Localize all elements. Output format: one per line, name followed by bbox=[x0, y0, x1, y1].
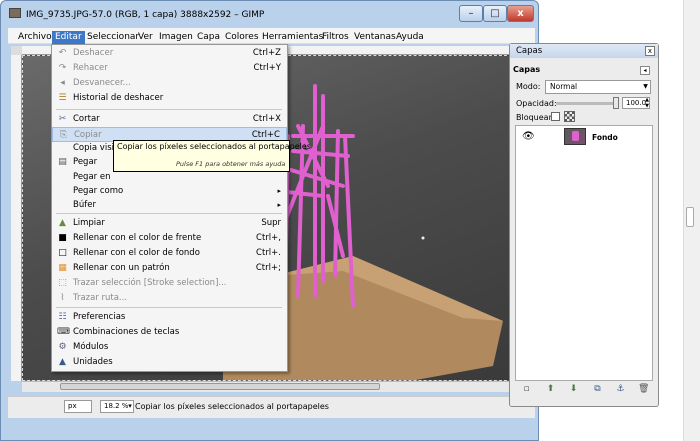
menu-item-pegar-en[interactable]: Pegar en bbox=[52, 170, 287, 185]
menu-item-modulos[interactable]: ⚙ Módulos bbox=[52, 340, 287, 355]
anchor-layer-icon[interactable]: ⚓ bbox=[615, 384, 626, 395]
menu-colores[interactable]: Colores bbox=[222, 31, 262, 44]
menu-separator bbox=[56, 213, 282, 214]
menu-separator bbox=[56, 307, 282, 308]
menu-ayuda[interactable]: Ayuda bbox=[393, 31, 427, 44]
layer-name[interactable]: Fondo bbox=[592, 133, 618, 142]
unit-selector[interactable]: px bbox=[64, 400, 92, 413]
delete-layer-icon[interactable]: 🗑 bbox=[638, 384, 649, 395]
ruler-corner[interactable] bbox=[11, 46, 22, 55]
canvas-horizontal-scroll-thumb[interactable] bbox=[60, 383, 380, 390]
menu-item-cortar[interactable]: ✂ Cortar Ctrl+X bbox=[52, 112, 287, 127]
tooltip-text: Copiar los píxeles seleccionados al port… bbox=[117, 142, 311, 151]
menu-item-limpiar[interactable]: ▲ Limpiar Supr bbox=[52, 216, 287, 231]
dust-speck bbox=[421, 236, 425, 240]
menu-item-trazar-ruta[interactable]: ⌇ Trazar ruta... bbox=[52, 291, 287, 306]
undo-icon: ↶ bbox=[58, 48, 67, 58]
eye-visibility-icon[interactable]: 👁 bbox=[522, 131, 535, 143]
stroke-path-icon: ⌇ bbox=[60, 293, 65, 303]
close-button[interactable]: x bbox=[507, 5, 534, 22]
menu-separator bbox=[56, 109, 282, 110]
layer-thumbnail-detail bbox=[572, 131, 579, 141]
submenu-arrow-icon: ▸ bbox=[277, 187, 281, 195]
fill-bg-icon: □ bbox=[58, 248, 67, 258]
submenu-arrow-icon: ▸ bbox=[277, 201, 281, 209]
lock-label: Bloquear: bbox=[516, 113, 555, 122]
menu-archivo[interactable]: Archivo bbox=[15, 31, 55, 44]
menu-herramientas[interactable]: Herramientas bbox=[259, 31, 326, 44]
redo-icon: ↷ bbox=[58, 63, 67, 73]
undo-history-icon: ☰ bbox=[58, 93, 67, 103]
menu-item-bufer[interactable]: Búfer ▸ bbox=[52, 198, 287, 213]
desktop-scroll-thumb[interactable] bbox=[686, 207, 694, 227]
menu-item-desvanecer[interactable]: ◂ Desvanecer... bbox=[52, 76, 287, 91]
window-title: IMG_9735.JPG-57.0 (RGB, 1 capa) 3888x259… bbox=[26, 10, 265, 20]
menu-filtros[interactable]: Filtros bbox=[319, 31, 352, 44]
tooltip-help: Pulse F1 para obtener más ayuda bbox=[176, 160, 286, 168]
menu-seleccionar[interactable]: Seleccionar bbox=[84, 31, 142, 44]
menu-item-rellenar-patron[interactable]: ▦ Rellenar con un patrón Ctrl+; bbox=[52, 261, 287, 276]
menu-item-combinaciones[interactable]: ⌨ Combinaciones de teclas bbox=[52, 325, 287, 340]
keyboard-icon: ⌨ bbox=[57, 327, 70, 337]
status-message: Copiar los píxeles seleccionados al port… bbox=[135, 402, 329, 411]
raise-layer-icon[interactable]: ⬆ bbox=[545, 384, 556, 395]
layers-dock-title: Capas bbox=[510, 44, 658, 58]
menu-editar[interactable]: Editar bbox=[52, 31, 85, 44]
lock-alpha-checkbox[interactable] bbox=[564, 111, 575, 122]
menu-imagen[interactable]: Imagen bbox=[156, 31, 196, 44]
opacity-spinner-icon[interactable]: ▲ ▼ bbox=[643, 97, 651, 109]
mode-label: Modo: bbox=[516, 82, 541, 91]
opacity-slider[interactable] bbox=[556, 102, 616, 105]
menu-item-unidades[interactable]: ▲ Unidades bbox=[52, 355, 287, 370]
menu-item-rellenar-fondo[interactable]: □ Rellenar con el color de fondo Ctrl+. bbox=[52, 246, 287, 261]
opacity-slider-handle[interactable] bbox=[613, 97, 619, 109]
zoom-dropdown-icon[interactable]: ▾ bbox=[125, 400, 135, 413]
menu-item-deshacer[interactable]: ↶ Deshacer Ctrl+Z bbox=[52, 46, 287, 61]
menu-item-rellenar-frente[interactable]: ■ Rellenar con el color de frente Ctrl+, bbox=[52, 231, 287, 246]
preferences-icon: ☷ bbox=[58, 312, 67, 322]
fill-pattern-icon: ▦ bbox=[58, 263, 67, 273]
copy-icon: ⎘ bbox=[59, 130, 68, 140]
fade-icon: ◂ bbox=[60, 78, 65, 88]
cut-icon: ✂ bbox=[58, 114, 67, 124]
menu-ventanas[interactable]: Ventanas bbox=[351, 31, 399, 44]
menu-item-pegar-como[interactable]: Pegar como ▸ bbox=[52, 184, 287, 199]
lower-layer-icon[interactable]: ⬇ bbox=[568, 384, 579, 395]
tab-menu-icon[interactable]: ◂ bbox=[640, 66, 650, 75]
layers-tab[interactable]: Capas bbox=[513, 65, 540, 74]
units-icon: ▲ bbox=[59, 357, 66, 367]
menu-ver[interactable]: Ver bbox=[135, 31, 156, 44]
menu-item-rehacer[interactable]: ↷ Rehacer Ctrl+Y bbox=[52, 61, 287, 76]
lock-pixels-checkbox[interactable] bbox=[551, 112, 560, 121]
clear-icon: ▲ bbox=[59, 218, 66, 228]
menu-item-preferencias[interactable]: ☷ Preferencias bbox=[52, 310, 287, 325]
mode-select[interactable]: Normal bbox=[545, 80, 651, 94]
menu-item-historial[interactable]: ☰ Historial de deshacer bbox=[52, 91, 287, 106]
opacity-label: Opacidad: bbox=[516, 99, 557, 108]
fill-fg-icon: ■ bbox=[58, 233, 67, 243]
maximize-button[interactable]: □ bbox=[483, 5, 507, 22]
gimp-app-icon bbox=[9, 8, 21, 18]
menu-item-trazar-seleccion[interactable]: ⬚ Trazar selección [Stroke selection]... bbox=[52, 276, 287, 291]
chevron-down-icon[interactable]: ▼ bbox=[641, 81, 650, 93]
layer-list bbox=[515, 125, 653, 381]
paste-icon: ▤ bbox=[58, 157, 67, 167]
duplicate-layer-icon[interactable]: ⧉ bbox=[592, 384, 603, 395]
menu-capa[interactable]: Capa bbox=[194, 31, 223, 44]
minimize-button[interactable]: – bbox=[459, 5, 483, 22]
vertical-ruler[interactable] bbox=[11, 55, 22, 381]
dock-close-icon[interactable]: x bbox=[645, 46, 655, 56]
stroke-selection-icon: ⬚ bbox=[58, 278, 67, 288]
modules-icon: ⚙ bbox=[58, 342, 67, 352]
new-layer-icon[interactable]: ▫ bbox=[521, 384, 532, 395]
